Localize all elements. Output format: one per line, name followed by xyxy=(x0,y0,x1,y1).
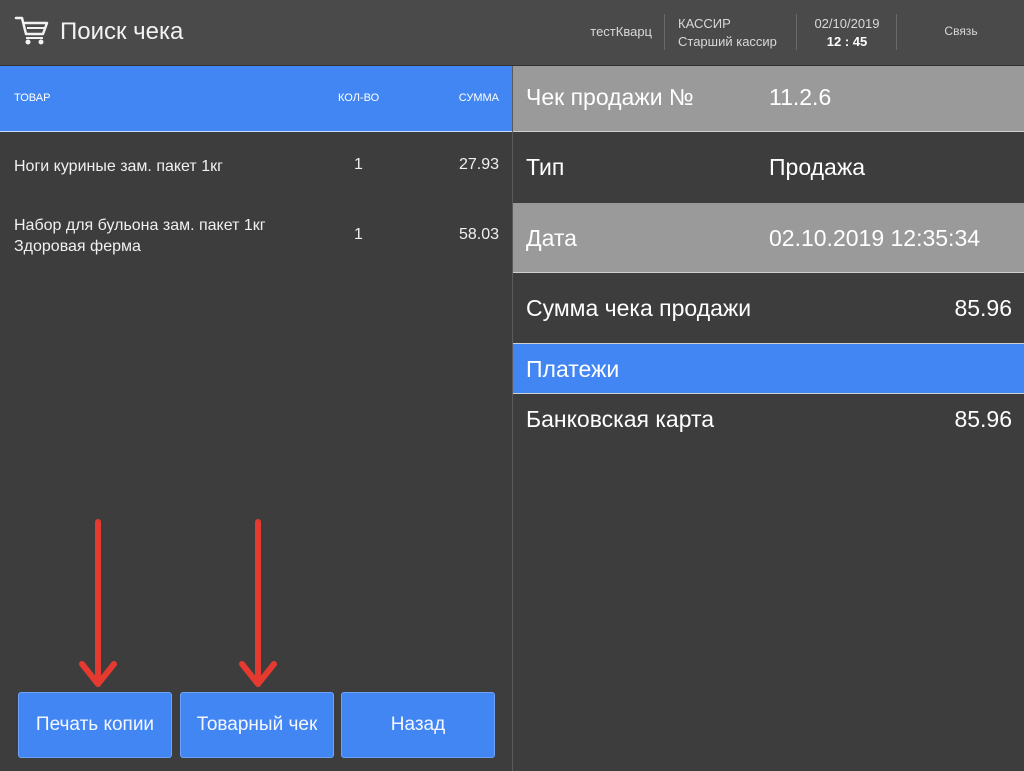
cashier-role: КАССИР Старший кассир xyxy=(678,15,777,51)
current-time: 12 : 45 xyxy=(826,34,868,49)
top-bar: Поиск чека тестКварц КАССИР Старший касс… xyxy=(0,0,1024,66)
header-divider xyxy=(664,14,665,50)
receipt-type-row: Тип Продажа xyxy=(513,132,1024,203)
receipt-date-row: Дата 02.10.2019 12:35:34 xyxy=(513,203,1024,273)
date-time: 02/10/2019 12 : 45 xyxy=(800,15,894,51)
receipt-total-value: 85.96 xyxy=(954,295,1012,321)
receipt-details-panel: Чек продажи № 11.2.6 Тип Продажа Дата 02… xyxy=(513,66,1024,771)
items-table-header: ТОВАР КОЛ-ВО СУММА xyxy=(0,66,512,132)
receipt-type-value: Продажа xyxy=(769,154,865,180)
user-name: тестКварц xyxy=(590,24,652,39)
current-date: 02/10/2019 xyxy=(814,16,880,31)
column-header-product: ТОВАР xyxy=(14,92,51,104)
red-arrow-down-icon xyxy=(79,519,117,687)
payment-method: Банковская карта xyxy=(526,406,715,432)
role-label: КАССИР xyxy=(678,16,731,31)
table-row[interactable]: Набор для бульона зам. пакет 1кг Здорова… xyxy=(0,215,512,261)
column-header-qty: КОЛ-ВО xyxy=(338,92,380,104)
receipt-date-label: Дата xyxy=(526,225,577,251)
column-header-sum: СУММА xyxy=(458,92,499,104)
page-title: Поиск чека xyxy=(60,18,184,45)
header-divider xyxy=(896,14,897,50)
receipt-type-label: Тип xyxy=(526,154,565,180)
print-copy-button[interactable]: Печать копии xyxy=(18,692,172,758)
red-arrow-down-icon xyxy=(239,519,277,687)
role-name: Старший кассир xyxy=(678,34,777,49)
connection-link[interactable]: Связь xyxy=(930,24,992,38)
item-sum: 58.03 xyxy=(458,226,499,243)
item-name: Набор для бульона зам. пакет 1кг Здорова… xyxy=(14,215,266,257)
payments-label: Платежи xyxy=(526,356,620,382)
header-divider xyxy=(796,14,797,50)
item-qty: 1 xyxy=(354,156,363,173)
item-name-line: Ноги куриные зам. пакет 1кг xyxy=(14,158,223,175)
item-name-line: Набор для бульона зам. пакет 1кг xyxy=(14,217,266,234)
receipt-total-label: Сумма чека продажи xyxy=(526,295,752,321)
receipt-date-value: 02.10.2019 12:35:34 xyxy=(769,225,981,251)
receipt-number-row: Чек продажи № 11.2.6 xyxy=(513,66,1024,132)
item-qty: 1 xyxy=(354,226,363,243)
payments-header: Платежи xyxy=(513,344,1024,394)
item-name: Ноги куриные зам. пакет 1кг xyxy=(14,156,223,177)
shopping-cart-icon xyxy=(14,16,49,45)
payment-amount: 85.96 xyxy=(954,406,1012,432)
receipt-number-label: Чек продажи № xyxy=(526,84,694,110)
item-sum: 27.93 xyxy=(458,156,499,173)
receipt-number-value: 11.2.6 xyxy=(769,84,832,110)
items-panel: ТОВАР КОЛ-ВО СУММА Ноги куриные зам. пак… xyxy=(0,66,512,771)
receipt-total-row: Сумма чека продажи 85.96 xyxy=(513,273,1024,344)
goods-receipt-button[interactable]: Товарный чек xyxy=(180,692,334,758)
back-button[interactable]: Назад xyxy=(341,692,495,758)
table-row[interactable]: Ноги куриные зам. пакет 1кг 1 27.93 xyxy=(0,156,512,180)
item-name-line: Здоровая ферма xyxy=(14,238,141,255)
payment-row: Банковская карта 85.96 xyxy=(513,394,1024,444)
